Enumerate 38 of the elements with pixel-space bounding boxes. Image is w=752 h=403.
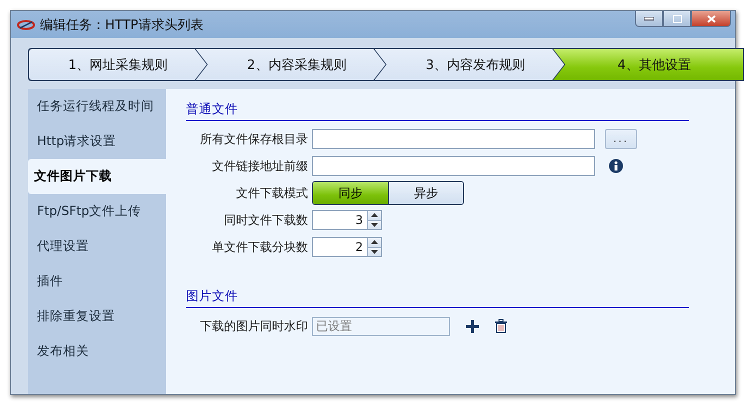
maximize-icon (672, 14, 682, 22)
sidebar-item[interactable]: 排除重复设置 (28, 299, 166, 334)
close-button[interactable] (691, 11, 731, 27)
wizard-step[interactable]: 1、网址采集规则 (29, 49, 207, 80)
mode-option[interactable]: 同步 (313, 182, 388, 204)
sidebar-item[interactable]: 任务运行线程及时间 (28, 89, 166, 124)
sidebar-item[interactable]: 代理设置 (28, 229, 166, 264)
minimize-button[interactable] (635, 11, 663, 27)
text-field[interactable] (312, 156, 595, 176)
sidebar-item[interactable]: 文件图片下载 (28, 159, 166, 194)
number-spinner[interactable]: 2 (312, 237, 382, 257)
browse-button[interactable]: ... (605, 129, 637, 149)
field-label: 文件链接地址前缀 (211, 158, 308, 174)
minimize-icon (644, 16, 654, 20)
sidebar-item[interactable]: 插件 (28, 264, 166, 299)
sidebar-item[interactable]: 发布相关 (28, 334, 166, 369)
field-label: 同时文件下载数 (223, 212, 308, 228)
field-label: 下载的图片同时水印 (199, 318, 308, 334)
trash-icon[interactable] (495, 319, 507, 333)
sidebar-item[interactable]: Http请求设置 (28, 124, 166, 159)
add-icon[interactable] (466, 320, 479, 332)
section-title: 普通文件 (186, 97, 689, 121)
section-title: 图片文件 (186, 284, 689, 308)
info-icon[interactable] (609, 159, 623, 173)
number-spinner[interactable]: 3 (312, 210, 382, 230)
wizard-step[interactable]: 3、内容发布规则 (374, 49, 564, 80)
wizard-step[interactable]: 4、其他设置 (553, 49, 743, 80)
sidebar-item[interactable]: Ftp/SFtp文件上传 (28, 194, 166, 229)
mode-option[interactable]: 异步 (388, 182, 463, 204)
window-title: 编辑任务：HTTP请求头列表 (40, 16, 204, 34)
app-logo-icon (17, 18, 35, 30)
field-label: 单文件下载分块数 (211, 238, 308, 256)
maximize-button[interactable] (663, 11, 691, 27)
text-field[interactable] (312, 129, 595, 149)
close-icon (706, 14, 716, 22)
field-label: 所有文件保存根目录 (199, 130, 308, 148)
wizard-step[interactable]: 2、内容采集规则 (196, 49, 386, 80)
field-label: 文件下载模式 (235, 184, 308, 202)
